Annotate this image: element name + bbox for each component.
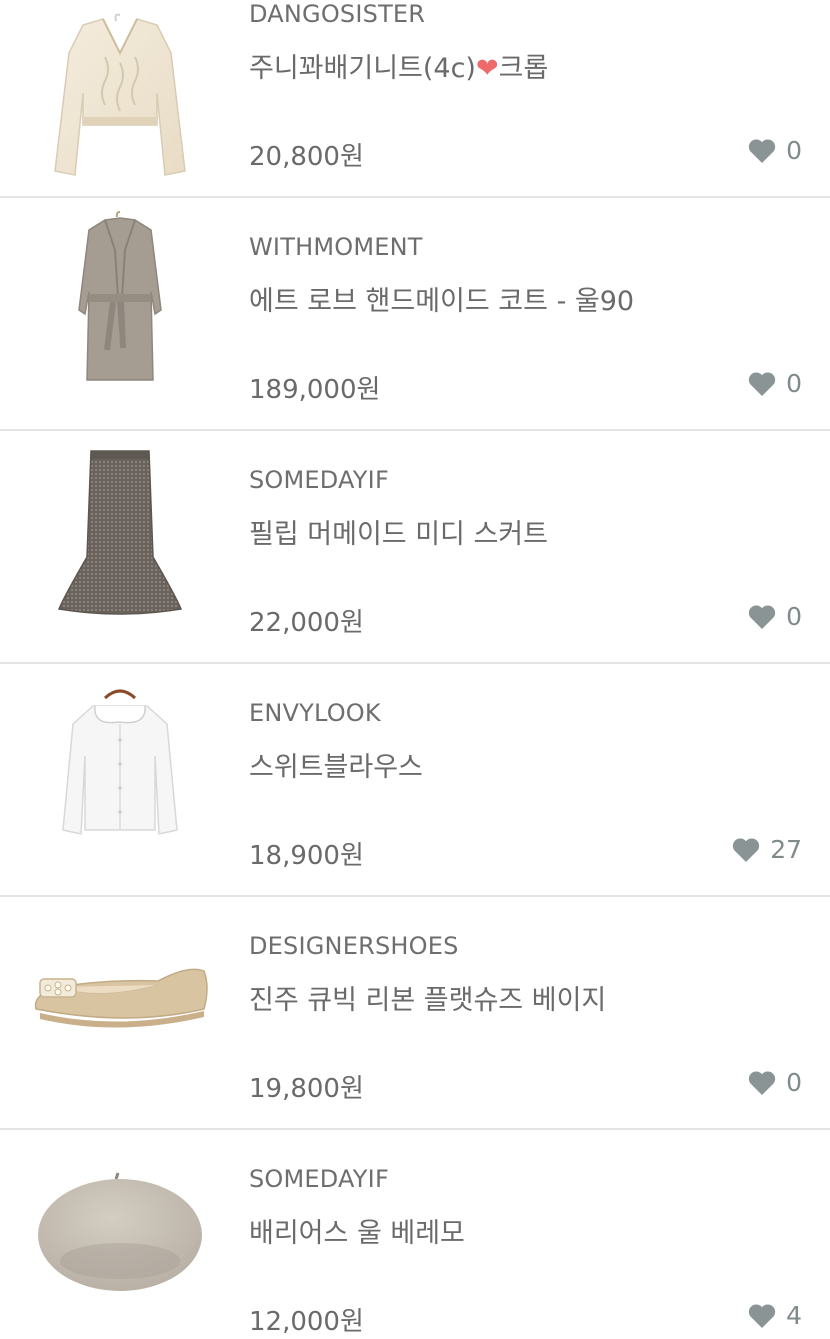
heart-icon: [748, 371, 776, 397]
product-price: 19,800원: [249, 1074, 364, 1104]
product-list: DANGOSISTER 주니꽈배기니트(4c)❤크롭 20,800원 0 WIT…: [0, 0, 830, 1339]
like-count: 0: [786, 1068, 802, 1097]
like-count: 4: [786, 1301, 802, 1330]
product-name[interactable]: 배리어스 울 베레모: [249, 1211, 465, 1250]
like-button[interactable]: 0: [748, 136, 802, 165]
product-row[interactable]: DANGOSISTER 주니꽈배기니트(4c)❤크롭 20,800원 0: [0, 0, 830, 198]
product-price: 189,000원: [249, 375, 381, 405]
product-name-text: 에트 로브 핸드메이드 코트 - 울90: [249, 286, 635, 317]
heart-icon: [748, 1070, 776, 1096]
like-button[interactable]: 4: [748, 1301, 802, 1330]
product-price: 22,000원: [249, 608, 364, 638]
product-price: 20,800원: [249, 142, 364, 172]
like-count: 27: [770, 835, 802, 864]
product-row[interactable]: SOMEDAYIF 배리어스 울 베레모 12,000원 4: [0, 1165, 830, 1339]
product-name-text: 필립 머메이드 미디 스커트: [249, 519, 548, 550]
product-image-skirt[interactable]: [22, 433, 218, 629]
product-name[interactable]: 에트 로브 핸드메이드 코트 - 울90: [249, 279, 634, 318]
like-button[interactable]: 27: [732, 835, 802, 864]
product-row[interactable]: DESIGNERSHOES 진주 큐빅 리본 플랫슈즈 베이지 19,800원 …: [0, 932, 830, 1130]
brand-name: WITHMOMENT: [249, 233, 423, 261]
heart-emoji-icon: ❤: [475, 53, 499, 84]
heart-icon: [732, 837, 760, 863]
brand-name: SOMEDAYIF: [249, 466, 389, 494]
like-button[interactable]: 0: [748, 602, 802, 631]
product-image-blouse[interactable]: [22, 666, 218, 862]
product-image-shoe[interactable]: [22, 899, 218, 1095]
product-row[interactable]: ENVYLOOK 스위트블라우스 18,900원 27: [0, 689, 830, 897]
product-image-coat[interactable]: [22, 200, 218, 396]
like-count: 0: [786, 136, 802, 165]
product-name-text: 배리어스 울 베레모: [249, 1218, 465, 1249]
product-name-text-suffix: 크롭: [498, 53, 549, 84]
product-name-text: 스위트블라우스: [249, 752, 423, 783]
product-name[interactable]: 필립 머메이드 미디 스커트: [249, 512, 548, 551]
brand-name: SOMEDAYIF: [249, 1165, 389, 1193]
like-count: 0: [786, 602, 802, 631]
product-name[interactable]: 주니꽈배기니트(4c)❤크롭: [249, 46, 548, 85]
product-row[interactable]: WITHMOMENT 에트 로브 핸드메이드 코트 - 울90 189,000원…: [0, 211, 830, 431]
product-name[interactable]: 스위트블라우스: [249, 745, 423, 784]
like-button[interactable]: 0: [748, 369, 802, 398]
product-image-sweater[interactable]: [22, 0, 218, 196]
product-row[interactable]: SOMEDAYIF 필립 머메이드 미디 스커트 22,000원 0: [0, 450, 830, 664]
product-name-text: 진주 큐빅 리본 플랫슈즈 베이지: [249, 985, 607, 1016]
heart-icon: [748, 604, 776, 630]
heart-icon: [748, 138, 776, 164]
product-price: 18,900원: [249, 841, 364, 871]
product-name[interactable]: 진주 큐빅 리본 플랫슈즈 베이지: [249, 978, 606, 1017]
product-price: 12,000원: [249, 1307, 364, 1337]
brand-name: DESIGNERSHOES: [249, 932, 459, 960]
like-count: 0: [786, 369, 802, 398]
product-image-beret[interactable]: [22, 1132, 218, 1328]
heart-icon: [748, 1303, 776, 1329]
row-divider: [0, 429, 830, 431]
brand-name: DANGOSISTER: [249, 0, 426, 28]
row-divider: [0, 662, 830, 664]
brand-name: ENVYLOOK: [249, 699, 381, 727]
like-button[interactable]: 0: [748, 1068, 802, 1097]
row-divider: [0, 895, 830, 897]
row-divider: [0, 196, 830, 198]
row-divider: [0, 1128, 830, 1130]
product-name-text: 주니꽈배기니트(4c): [249, 53, 476, 84]
